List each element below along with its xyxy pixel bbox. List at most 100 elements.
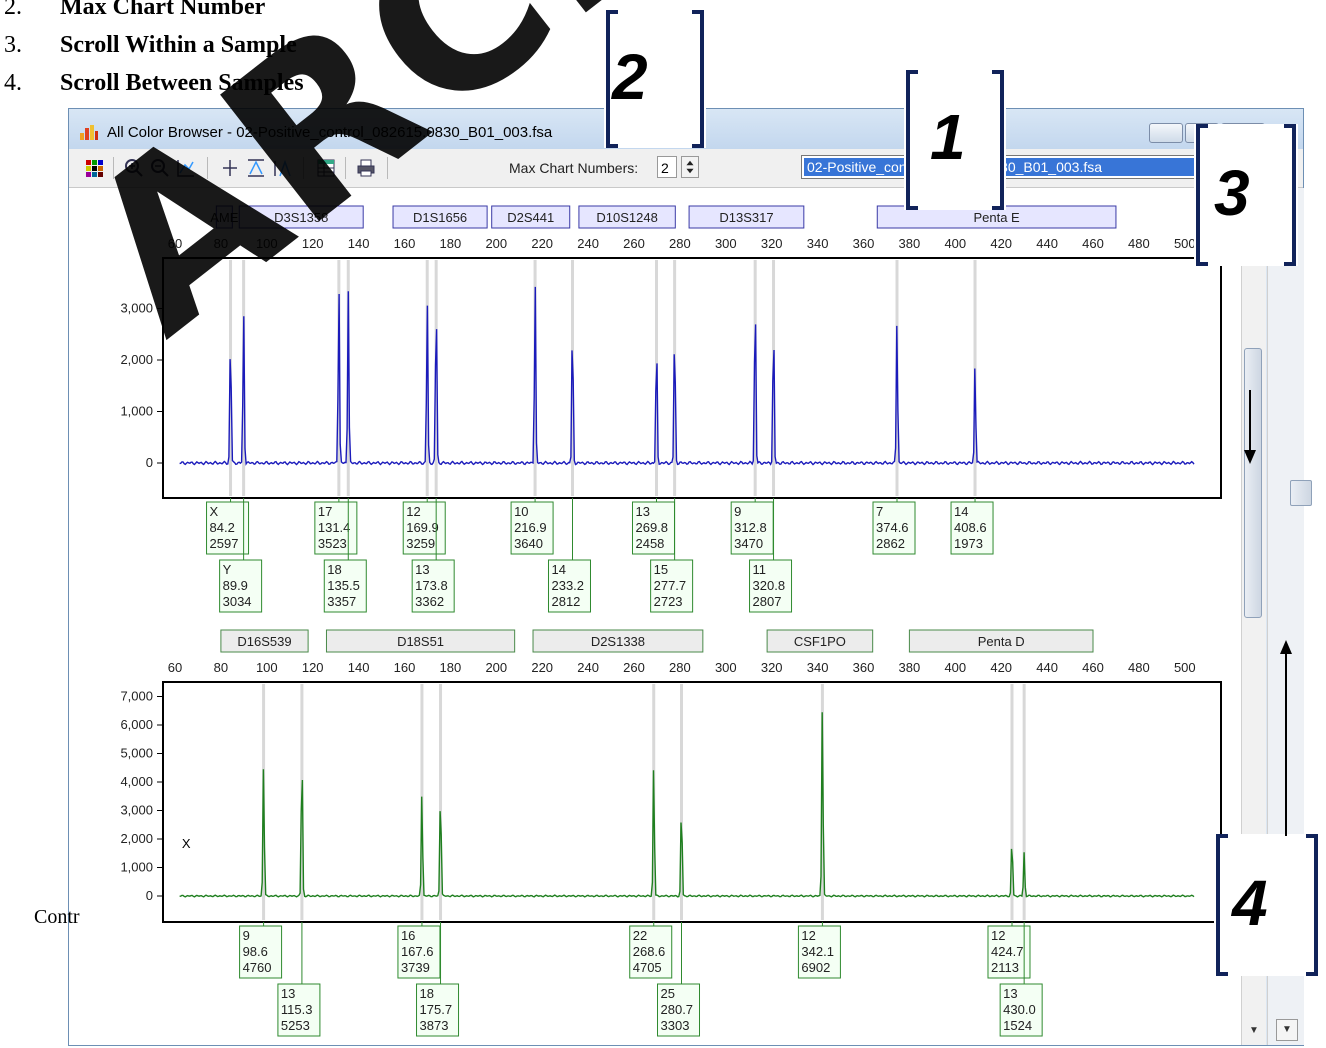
sample-selector[interactable]: 02-Positive_control_082615.0830_B01_003.…: [801, 155, 1205, 179]
peak-allele: Y: [223, 562, 232, 577]
y-tick-label: 2,000: [120, 352, 153, 367]
size-tick-label: 420: [990, 236, 1012, 251]
peak-size: 216.9: [514, 520, 547, 535]
peak-height: 5253: [281, 1018, 310, 1033]
locus-label: D2S1338: [591, 634, 645, 649]
peak-allele: 18: [327, 562, 341, 577]
print-icon[interactable]: [355, 157, 377, 179]
sample-selector-value: 02-Positive_control_082615.0830_B01_003.…: [804, 158, 1202, 176]
size-tick-label: 440: [1036, 660, 1058, 675]
size-tick-label: 440: [1036, 236, 1058, 251]
peak-size: 131.4: [318, 520, 351, 535]
size-tick-label: 380: [899, 236, 921, 251]
zoom-in-icon[interactable]: [123, 157, 145, 179]
peak-allele: X: [210, 504, 219, 519]
peak-size: 167.6: [401, 944, 434, 959]
size-tick-label: 460: [1082, 660, 1104, 675]
peak-size: 374.6: [876, 520, 909, 535]
list-item: 3. Scroll Within a Sample: [0, 26, 304, 64]
electropherogram-charts: AME D3S1358 D1S1656 D2S441 D10S1248 D13S317 Pe…: [120, 205, 1222, 1037]
between-samples-thumb[interactable]: [1290, 480, 1312, 506]
callout-number-3: 3: [1214, 157, 1250, 229]
size-tick-label: 180: [440, 236, 462, 251]
maximize-button[interactable]: [1185, 123, 1219, 143]
peak-fit-icon[interactable]: [245, 157, 267, 179]
list-number: 3.: [4, 32, 22, 58]
between-samples-scrollbar[interactable]: ▼: [1267, 188, 1312, 1045]
peak-allele: 7: [876, 504, 883, 519]
max-chart-numbers-input[interactable]: 2: [657, 156, 677, 178]
size-tick-label: 60: [168, 236, 182, 251]
size-tick-label: 400: [944, 236, 966, 251]
y-tick-label: 7,000: [120, 689, 153, 704]
callout-number-1: 1: [930, 101, 966, 173]
sample-scrollbar-thumb[interactable]: [1244, 348, 1262, 618]
size-tick-label: 300: [715, 236, 737, 251]
peak-allele: 18: [420, 986, 434, 1001]
size-tick-label: 160: [394, 660, 416, 675]
list-text: Scroll Between Samples: [60, 70, 304, 96]
peak-marker-icon[interactable]: [219, 157, 241, 179]
peak-allele: 9: [243, 928, 250, 943]
peak-size: 269.8: [635, 520, 668, 535]
peak-height: 3523: [318, 536, 347, 551]
peak-height: 2113: [991, 960, 1019, 975]
peak-size: 342.1: [801, 944, 834, 959]
peak-height: 3357: [327, 594, 356, 609]
list-item: 2. Max Chart Number: [0, 0, 304, 26]
chart-area[interactable]: AME D3S1358 D1S1656 D2S441 D10S1248 D13S317 Pe…: [69, 188, 1241, 1045]
peak-size: 280.7: [661, 1002, 694, 1017]
peak-allele: 16: [401, 928, 415, 943]
size-tick-label: 60: [168, 660, 182, 675]
table-icon[interactable]: [315, 157, 337, 179]
minimize-button[interactable]: [1149, 123, 1183, 143]
peak-size: 175.7: [420, 1002, 453, 1017]
locus-label: CSF1PO: [794, 634, 846, 649]
peak-height: 2862: [876, 536, 905, 551]
locus-label: Penta E: [973, 210, 1020, 225]
close-button[interactable]: [1221, 123, 1265, 143]
peak-allele: 13: [1003, 986, 1017, 1001]
peak-size: 98.6: [243, 944, 268, 959]
peak-size: 173.8: [415, 578, 448, 593]
browser-window: All Color Browser - 02-Positive_control_…: [68, 108, 1312, 1046]
list-text: Max Chart Number: [60, 0, 266, 20]
zoom-out-icon[interactable]: [149, 157, 171, 179]
y-tick-label: 3,000: [120, 803, 153, 818]
title-bar[interactable]: All Color Browser - 02-Positive_control_…: [69, 109, 1303, 149]
document-footer-text: Contr: [34, 906, 80, 928]
peak-height: 1524: [1003, 1018, 1032, 1033]
marker-label: X: [182, 836, 191, 851]
size-tick-label: 400: [944, 660, 966, 675]
toolbar-separator: [113, 157, 114, 179]
peak-allele: 22: [633, 928, 647, 943]
callout-number-2: 2: [612, 41, 648, 113]
scroll-down-icon[interactable]: ▼: [1276, 1019, 1298, 1041]
size-tick-label: 100: [256, 236, 278, 251]
y-tick-label: 0: [146, 888, 153, 903]
max-chart-spinner[interactable]: [681, 156, 699, 178]
peak-height: 6902: [801, 960, 830, 975]
peak-size: 115.3: [281, 1002, 313, 1017]
callout-number-4: 4: [1232, 867, 1268, 939]
size-tick-label: 260: [623, 236, 645, 251]
app-icon: [80, 125, 98, 140]
size-tick-label: 280: [669, 660, 691, 675]
locus-label: D1S1656: [413, 210, 467, 225]
scroll-down-icon[interactable]: ▼: [1244, 1021, 1264, 1041]
locus-label: AME: [210, 210, 239, 225]
locus-label: D10S1248: [596, 210, 657, 225]
peak-label-icon[interactable]: [271, 157, 293, 179]
axis-scale-icon[interactable]: [175, 157, 197, 179]
y-tick-label: 6,000: [120, 717, 153, 732]
size-tick-label: 120: [302, 660, 324, 675]
list-text: Scroll Within a Sample: [60, 32, 297, 58]
peak-size: 408.6: [954, 520, 987, 535]
window-title: All Color Browser - 02-Positive_control_…: [107, 124, 553, 141]
peak-height: 4705: [633, 960, 662, 975]
color-grid-icon[interactable]: [83, 157, 105, 179]
size-tick-label: 220: [531, 236, 553, 251]
size-tick-label: 360: [853, 660, 875, 675]
size-tick-label: 200: [485, 236, 507, 251]
peak-height: 2458: [635, 536, 664, 551]
